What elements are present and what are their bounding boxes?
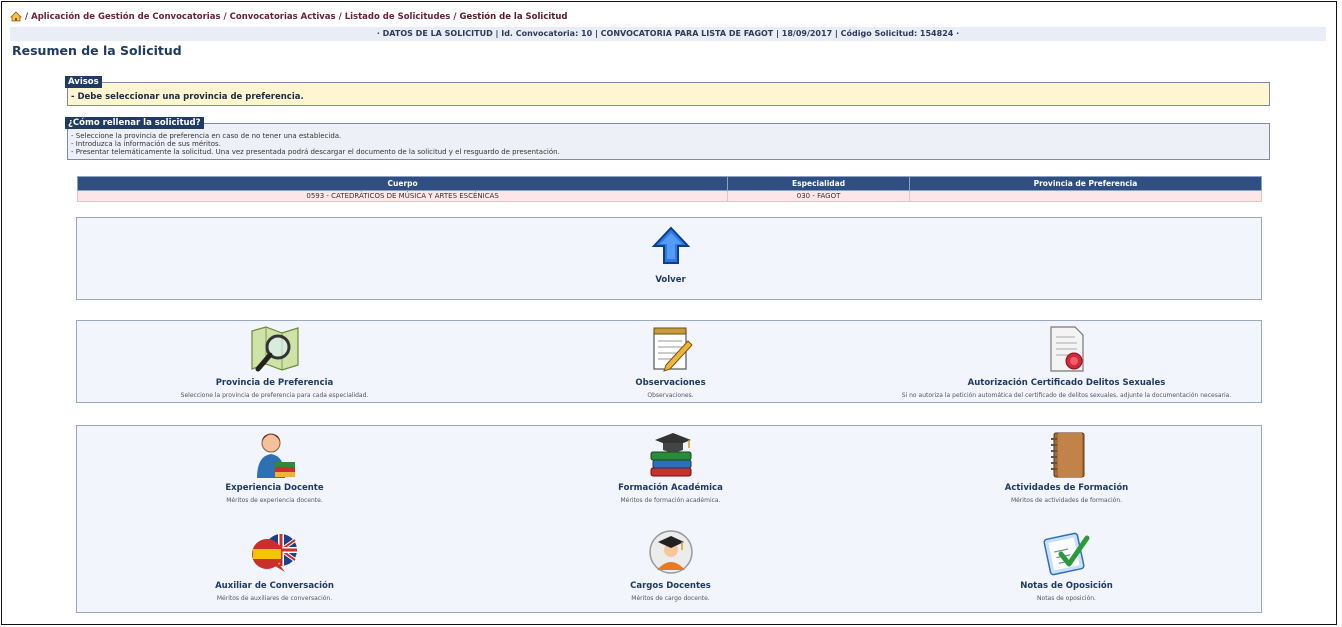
- tile-row-2: Experiencia Docente Méritos de experienc…: [76, 425, 1262, 613]
- instructions-legend: ¿Cómo rellenar la solicitud?: [65, 117, 204, 129]
- tile-title: Formación Académica: [618, 483, 723, 493]
- tile-description: Si no autoriza la petición automática de…: [901, 392, 1232, 399]
- map-magnifier-icon[interactable]: [248, 325, 302, 373]
- tile-description: Seleccione la provincia de preferencia p…: [180, 392, 369, 399]
- breadcrumb-link-convocatorias-activas[interactable]: Convocatorias Activas: [230, 12, 336, 22]
- instruction-line: - Introduzca la información de sus mérit…: [71, 140, 221, 148]
- solicitud-table: Cuerpo Especialidad Provincia de Prefere…: [76, 176, 1263, 202]
- tile-description: Notas de oposición.: [1037, 595, 1096, 602]
- certificate-seal-icon[interactable]: [1047, 325, 1087, 373]
- breadcrumb: / Aplicación de Gestión de Convocatorias…: [10, 11, 567, 22]
- tile-observaciones[interactable]: Observaciones Observaciones.: [473, 321, 868, 404]
- volver-button[interactable]: Volver: [473, 218, 868, 301]
- tile-title: Observaciones: [635, 378, 706, 388]
- home-icon[interactable]: [10, 11, 22, 22]
- cell-provincia: [908, 190, 1263, 202]
- tile-cargos-docentes[interactable]: Cargos Docentes Méritos de cargo docente…: [473, 524, 868, 614]
- tile-title: Auxiliar de Conversación: [215, 581, 334, 591]
- tile-title: Autorización Certificado Delitos Sexuale…: [967, 378, 1166, 388]
- aviso-message: - Debe seleccionar una provincia de pref…: [71, 92, 304, 102]
- tile-description: Méritos de cargo docente.: [631, 595, 710, 602]
- column-header-especialidad: Especialidad: [727, 176, 910, 191]
- tile-description: Méritos de auxiliares de conversación.: [216, 595, 333, 602]
- books-graduation-icon[interactable]: [645, 430, 697, 480]
- breadcrumb-current: Gestión de la Solicitud: [459, 11, 568, 22]
- solicitud-info-bar: · DATOS DE LA SOLICITUD | Id. Convocator…: [10, 27, 1326, 41]
- instruction-line: - Presentar telemáticamente la solicitud…: [71, 148, 560, 156]
- notebook-icon[interactable]: [1046, 430, 1088, 480]
- table-header-row: Cuerpo Especialidad Provincia de Prefere…: [76, 176, 1263, 191]
- tile-title: Experiencia Docente: [225, 483, 324, 493]
- tile-autorizacion-certificado[interactable]: Autorización Certificado Delitos Sexuale…: [869, 321, 1264, 404]
- avisos-panel: Avisos - Debe seleccionar una provincia …: [65, 76, 1270, 106]
- checklist-icon[interactable]: [1042, 528, 1091, 576]
- cell-cuerpo: 0593 - CATEDRÁTICOS DE MÚSICA Y ARTES ES…: [76, 190, 729, 202]
- breadcrumb-separator: /: [453, 11, 457, 22]
- tile-row-1: Provincia de Preferencia Seleccione la p…: [76, 320, 1262, 403]
- avisos-legend: Avisos: [65, 76, 102, 88]
- notepad-pencil-icon[interactable]: [648, 325, 694, 373]
- breadcrumb-separator: /: [25, 11, 29, 22]
- volver-panel: Volver: [76, 217, 1262, 300]
- tile-title: Provincia de Preferencia: [215, 378, 334, 388]
- table-row: 0593 - CATEDRÁTICOS DE MÚSICA Y ARTES ES…: [76, 190, 1263, 202]
- tile-title: Actividades de Formación: [1004, 483, 1129, 493]
- breadcrumb-link-listado[interactable]: Listado de Solicitudes: [345, 12, 451, 22]
- cell-especialidad: 030 - FAGOT: [727, 190, 910, 202]
- tile-experiencia-docente[interactable]: Experiencia Docente Méritos de experienc…: [77, 426, 472, 516]
- tile-title: Cargos Docentes: [630, 581, 711, 591]
- breadcrumb-separator: /: [223, 11, 227, 22]
- tile-description: Méritos de experiencia docente.: [226, 497, 323, 504]
- page-title: Resumen de la Solicitud: [12, 43, 182, 58]
- tile-description: Méritos de actividades de formación.: [1010, 497, 1123, 504]
- graduate-avatar-icon[interactable]: [647, 528, 695, 576]
- instruction-line: - Seleccione la provincia de preferencia…: [71, 132, 342, 140]
- breadcrumb-link-aplicacion[interactable]: Aplicación de Gestión de Convocatorias: [31, 12, 220, 22]
- tile-notas-oposicion[interactable]: Notas de Oposición Notas de oposición.: [869, 524, 1264, 614]
- breadcrumb-separator: /: [338, 11, 342, 22]
- column-header-cuerpo: Cuerpo: [76, 176, 729, 191]
- up-arrow-icon[interactable]: [651, 226, 691, 266]
- tile-auxiliar-conversacion[interactable]: Auxiliar de Conversación Méritos de auxi…: [77, 524, 472, 614]
- tile-description: Méritos de formación académica.: [620, 497, 721, 504]
- volver-label: Volver: [655, 275, 686, 285]
- teacher-icon[interactable]: [251, 430, 299, 480]
- column-header-provincia: Provincia de Preferencia: [908, 176, 1263, 191]
- tile-provincia-preferencia[interactable]: Provincia de Preferencia Seleccione la p…: [77, 321, 472, 404]
- tile-actividades-formacion[interactable]: Actividades de Formación Méritos de acti…: [869, 426, 1264, 516]
- tile-description: Observaciones.: [647, 392, 694, 399]
- tile-formacion-academica[interactable]: Formación Académica Méritos de formación…: [473, 426, 868, 516]
- language-flags-icon[interactable]: [249, 528, 301, 576]
- tile-title: Notas de Oposición: [1020, 581, 1113, 591]
- instructions-panel: ¿Cómo rellenar la solicitud? - Seleccion…: [65, 117, 1270, 160]
